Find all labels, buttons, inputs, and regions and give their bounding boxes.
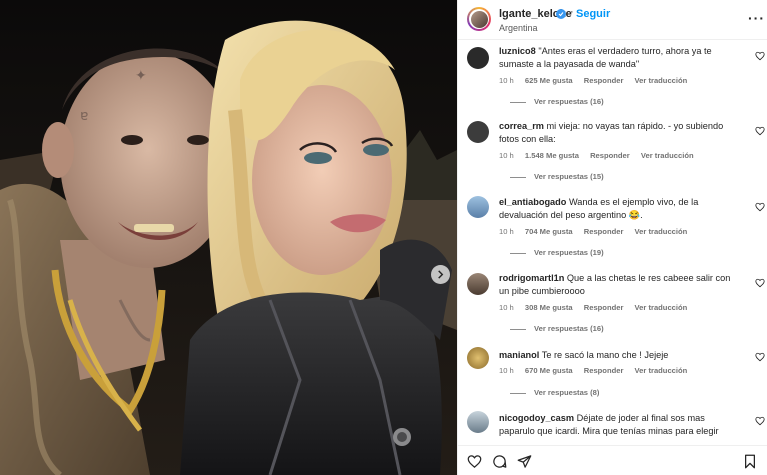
translate-button[interactable]: Ver traducción — [641, 151, 694, 160]
comment-text: manianol Te re sacó la mano che ! Jejeje — [499, 349, 731, 362]
view-replies-button[interactable]: Ver respuestas (16) — [510, 324, 604, 333]
comment-username[interactable]: manianol — [499, 350, 539, 360]
view-replies-button[interactable]: Ver respuestas (15) — [510, 172, 604, 181]
translate-button[interactable]: Ver traducción — [635, 303, 688, 312]
reply-button[interactable]: Responder — [584, 227, 624, 236]
post-photo: ✦ ɐ — [0, 0, 457, 475]
heart-icon[interactable] — [467, 454, 482, 469]
comment-likes[interactable]: 1.548 Me gusta — [525, 151, 579, 160]
comment-likes[interactable]: 704 Me gusta — [525, 227, 573, 236]
chevron-right-icon — [438, 270, 444, 279]
comment-text: luznico8 "Antes eras el verdadero turro,… — [499, 45, 731, 71]
comment-username[interactable]: el_antiabogado — [499, 197, 566, 207]
comment-text: nicogodoy_casm Déjate de joder al final … — [499, 412, 731, 438]
view-replies-button[interactable]: Ver respuestas (19) — [510, 248, 604, 257]
more-options-icon[interactable]: ··· — [748, 10, 765, 26]
separator-dot: · — [570, 6, 574, 18]
next-photo-button[interactable] — [431, 265, 450, 284]
verified-badge-icon — [556, 9, 566, 19]
heart-icon[interactable] — [755, 352, 765, 362]
heart-icon[interactable] — [755, 126, 765, 136]
comment-avatar[interactable] — [467, 121, 489, 143]
view-replies-button[interactable]: Ver respuestas (16) — [510, 97, 604, 106]
svg-text:✦: ✦ — [135, 68, 147, 84]
comment-likes[interactable]: 308 Me gusta — [525, 303, 573, 312]
comment-time: 10 h — [499, 151, 514, 160]
view-replies-button[interactable]: Ver respuestas (8) — [510, 388, 599, 397]
comments-list: luznico8 "Antes eras el verdadero turro,… — [458, 40, 767, 438]
comment-meta: 10 h 308 Me gusta Responder Ver traducci… — [499, 303, 696, 312]
post-actions-bar — [458, 445, 767, 475]
post-detail-panel: lgante_keloke · Seguir Argentina ··· luz… — [457, 0, 767, 475]
comment-time: 10 h — [499, 227, 514, 236]
reply-button[interactable]: Responder — [584, 76, 624, 85]
post-location[interactable]: Argentina — [499, 23, 538, 33]
comment-likes[interactable]: 625 Me gusta — [525, 76, 573, 85]
bookmark-icon[interactable] — [743, 454, 757, 469]
heart-icon[interactable] — [755, 278, 765, 288]
comment-time: 10 h — [499, 76, 514, 85]
reply-button[interactable]: Responder — [584, 303, 624, 312]
comment-likes[interactable]: 670 Me gusta — [525, 366, 573, 375]
comment-meta: 10 h 625 Me gusta Responder Ver traducci… — [499, 76, 696, 85]
author-avatar[interactable] — [467, 7, 491, 31]
comment-avatar[interactable] — [467, 196, 489, 218]
follow-button[interactable]: Seguir — [576, 8, 610, 20]
comment-username[interactable]: rodrigomartl1n — [499, 273, 564, 283]
comment-meta: 10 h 670 Me gusta Responder Ver traducci… — [499, 366, 696, 375]
heart-icon[interactable] — [755, 416, 765, 426]
comment-icon[interactable] — [492, 454, 507, 469]
comment-username[interactable]: correa_rm — [499, 121, 544, 131]
share-icon[interactable] — [517, 454, 532, 469]
heart-icon[interactable] — [755, 202, 765, 212]
comment-username[interactable]: luznico8 — [499, 46, 536, 56]
svg-text:ɐ: ɐ — [80, 108, 88, 124]
reply-button[interactable]: Responder — [584, 366, 624, 375]
comment-avatar[interactable] — [467, 273, 489, 295]
comment-avatar[interactable] — [467, 411, 489, 433]
comment-username[interactable]: nicogodoy_casm — [499, 413, 574, 423]
comment-meta: 10 h 704 Me gusta Responder Ver traducci… — [499, 227, 696, 236]
comment-meta: 10 h 1.548 Me gusta Responder Ver traduc… — [499, 151, 703, 160]
translate-button[interactable]: Ver traducción — [635, 366, 688, 375]
comment-body: Te re sacó la mano che ! Jejeje — [541, 350, 669, 360]
translate-button[interactable]: Ver traducción — [635, 227, 688, 236]
comment-text: rodrigomartl1n Que a las chetas le res c… — [499, 272, 731, 298]
comment-avatar[interactable] — [467, 347, 489, 369]
heart-icon[interactable] — [755, 51, 765, 61]
reply-button[interactable]: Responder — [590, 151, 630, 160]
comment-avatar[interactable] — [467, 47, 489, 69]
post-header: lgante_keloke · Seguir Argentina ··· — [458, 0, 767, 40]
translate-button[interactable]: Ver traducción — [635, 76, 688, 85]
comment-text: correa_rm mi vieja: no vayas tan rápido.… — [499, 120, 731, 146]
comment-time: 10 h — [499, 366, 514, 375]
comment-text: el_antiabogado Wanda es el ejemplo vivo,… — [499, 196, 731, 222]
comment-time: 10 h — [499, 303, 514, 312]
